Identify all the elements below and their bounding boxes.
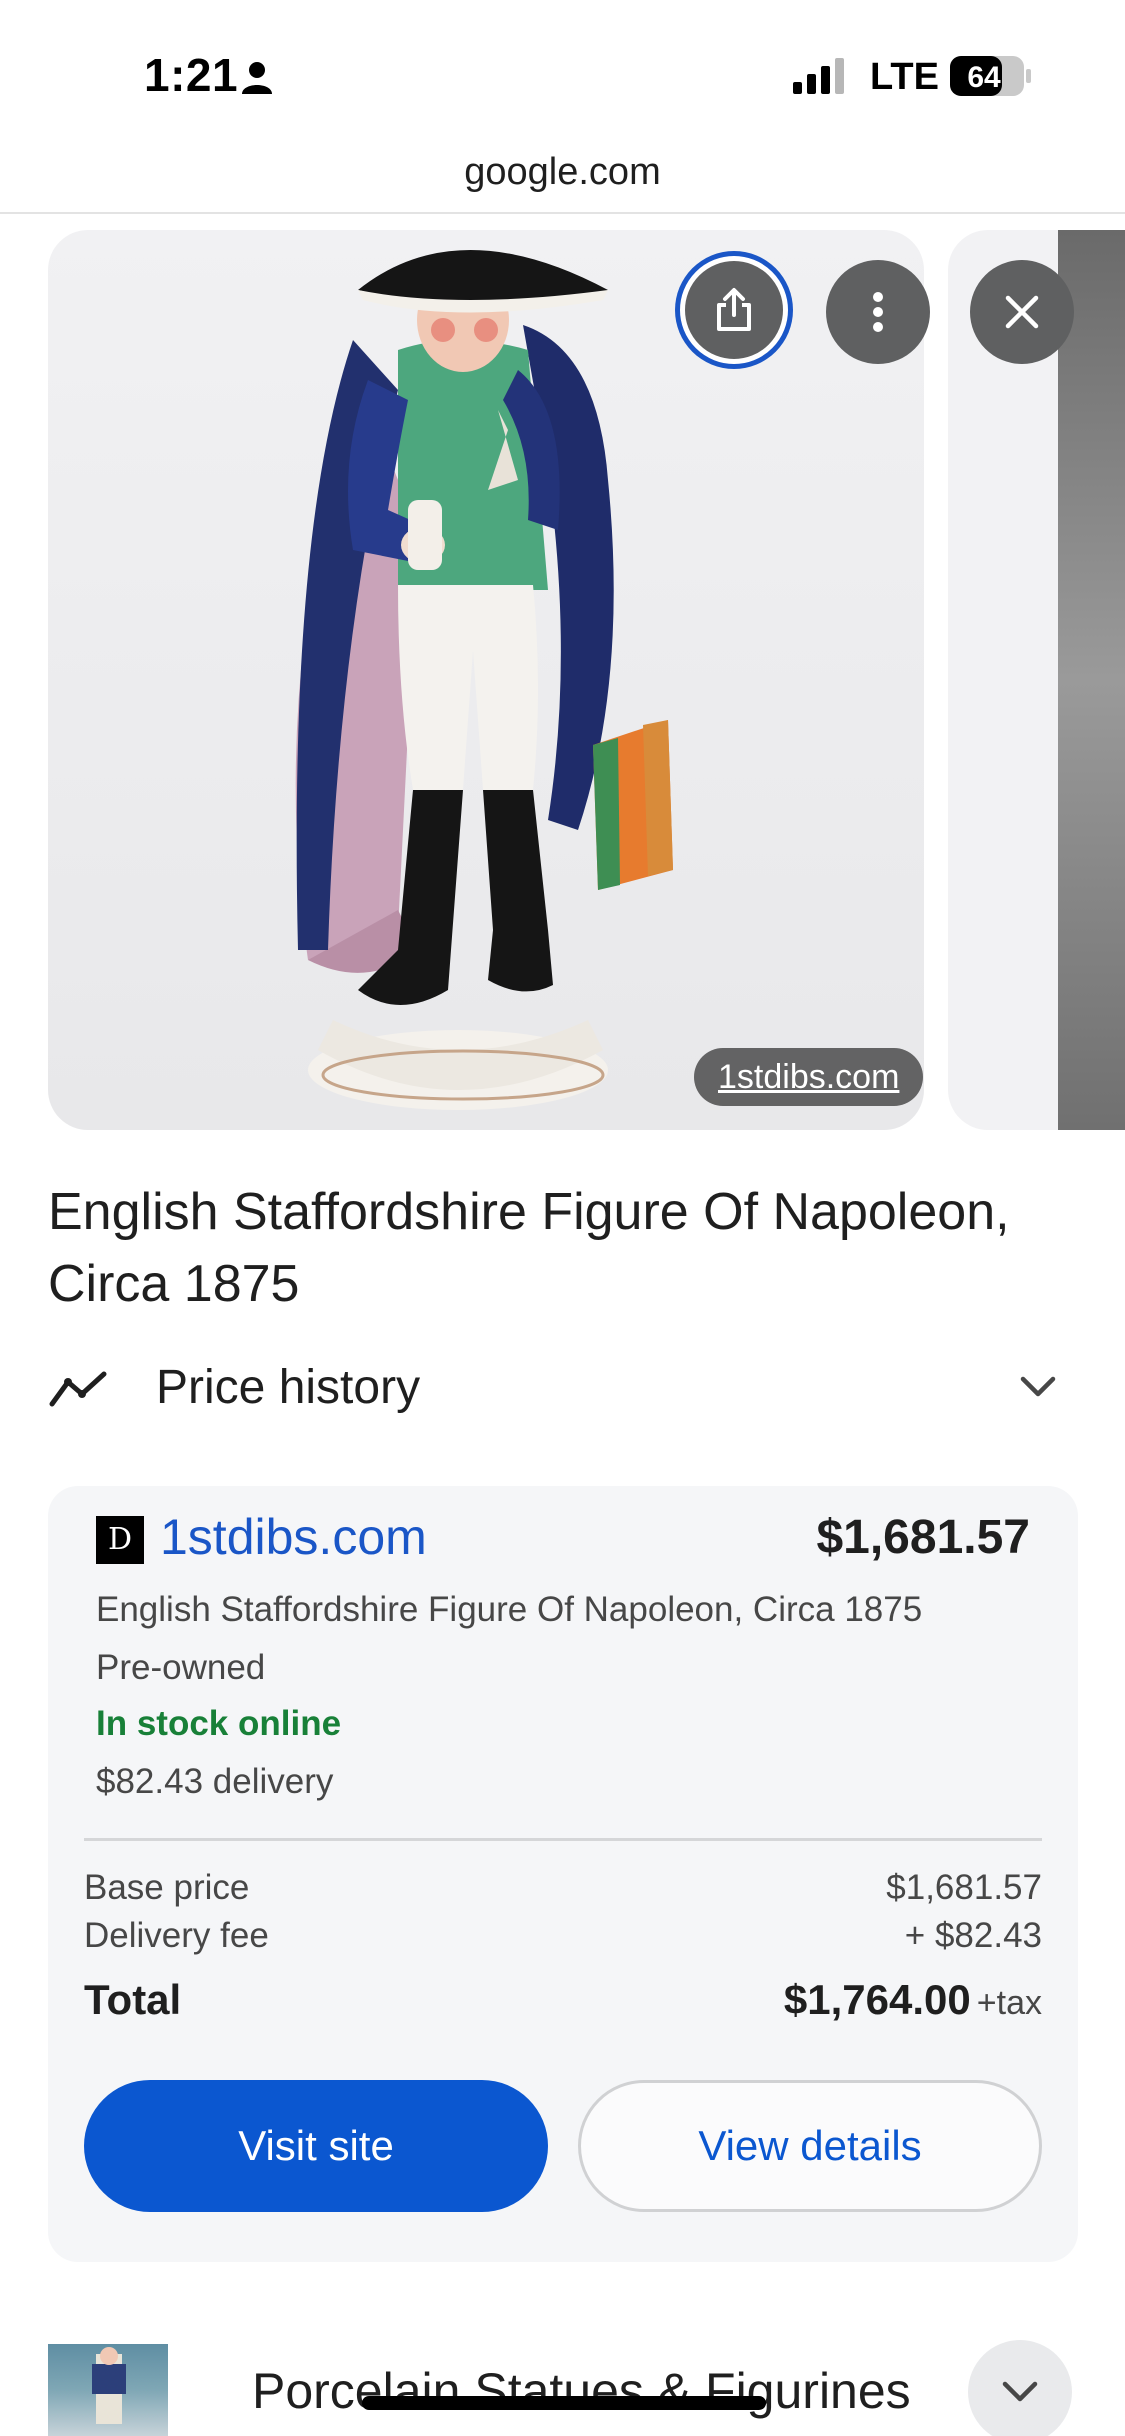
product-image[interactable]: 1stdibs.com xyxy=(48,230,924,1130)
related-item[interactable]: Porcelain Statues & Figurines xyxy=(0,2340,1125,2436)
expand-button[interactable] xyxy=(968,2340,1072,2436)
visit-site-button[interactable]: Visit site xyxy=(84,2080,548,2212)
total-label: Total xyxy=(84,1976,182,2023)
person-icon xyxy=(242,62,272,94)
related-thumbnail xyxy=(48,2344,168,2436)
offer-description: English Staffordshire Figure Of Napoleon… xyxy=(96,1590,923,1629)
stock-status: In stock online xyxy=(96,1704,342,1743)
divider xyxy=(84,1838,1042,1841)
signal-icon xyxy=(793,58,844,94)
figurine-image xyxy=(295,250,673,1110)
related-thumbnail-image xyxy=(92,2347,126,2424)
total-value: $1,764.00 xyxy=(783,1976,971,2023)
next-image[interactable] xyxy=(948,230,1125,1130)
address-bar[interactable]: google.com xyxy=(0,140,1125,214)
trend-icon xyxy=(49,1371,107,1407)
merchant-link[interactable]: 1stdibs.com xyxy=(160,1508,427,1566)
close-icon xyxy=(1005,295,1039,329)
delivery-cost: $82.43 delivery xyxy=(96,1762,334,1801)
source-link[interactable]: 1stdibs.com xyxy=(694,1048,924,1106)
merchant-logo: D xyxy=(96,1516,144,1564)
view-details-button[interactable]: View details xyxy=(578,2080,1042,2212)
more-options-button[interactable] xyxy=(826,260,930,364)
base-price-label: Base price xyxy=(84,1868,250,1907)
share-button[interactable] xyxy=(680,256,788,364)
price-history-row[interactable]: Price history xyxy=(48,1354,1078,1434)
divider xyxy=(0,212,1125,214)
related-title: Porcelain Statues & Figurines xyxy=(252,2363,911,2419)
network-label: LTE xyxy=(870,56,939,98)
battery-level: 64 xyxy=(967,61,1001,94)
chevron-down-icon xyxy=(1002,2381,1038,2402)
status-bar: 1:21 LTE 64 xyxy=(0,0,1125,140)
base-price-value: $1,681.57 xyxy=(886,1868,1042,1907)
more-vert-icon xyxy=(873,292,883,332)
total-price: $1,764.00 +tax xyxy=(784,1976,1042,2024)
status-time: 1:21 xyxy=(144,49,239,101)
offer-condition: Pre-owned xyxy=(96,1648,266,1687)
delivery-fee-value: + $82.43 xyxy=(904,1916,1042,1955)
offer-card: D 1stdibs.com $1,681.57 English Stafford… xyxy=(48,1486,1078,2262)
tax-note: +tax xyxy=(976,1984,1042,2022)
close-button[interactable] xyxy=(970,260,1074,364)
product-title: English Staffordshire Figure Of Napoleon… xyxy=(48,1183,1010,1313)
home-indicator[interactable] xyxy=(362,2396,766,2410)
offer-price: $1,681.57 xyxy=(816,1511,1030,1564)
image-gallery[interactable]: 1stdibs.com xyxy=(0,230,1125,1130)
next-image-preview xyxy=(1058,230,1125,1130)
price-history-label: Price history xyxy=(156,1361,421,1414)
chevron-down-icon[interactable] xyxy=(1018,1372,1058,1402)
share-icon xyxy=(717,288,751,331)
battery-icon: 64 xyxy=(950,56,1031,96)
url-text: google.com xyxy=(464,151,661,193)
delivery-fee-label: Delivery fee xyxy=(84,1916,269,1955)
